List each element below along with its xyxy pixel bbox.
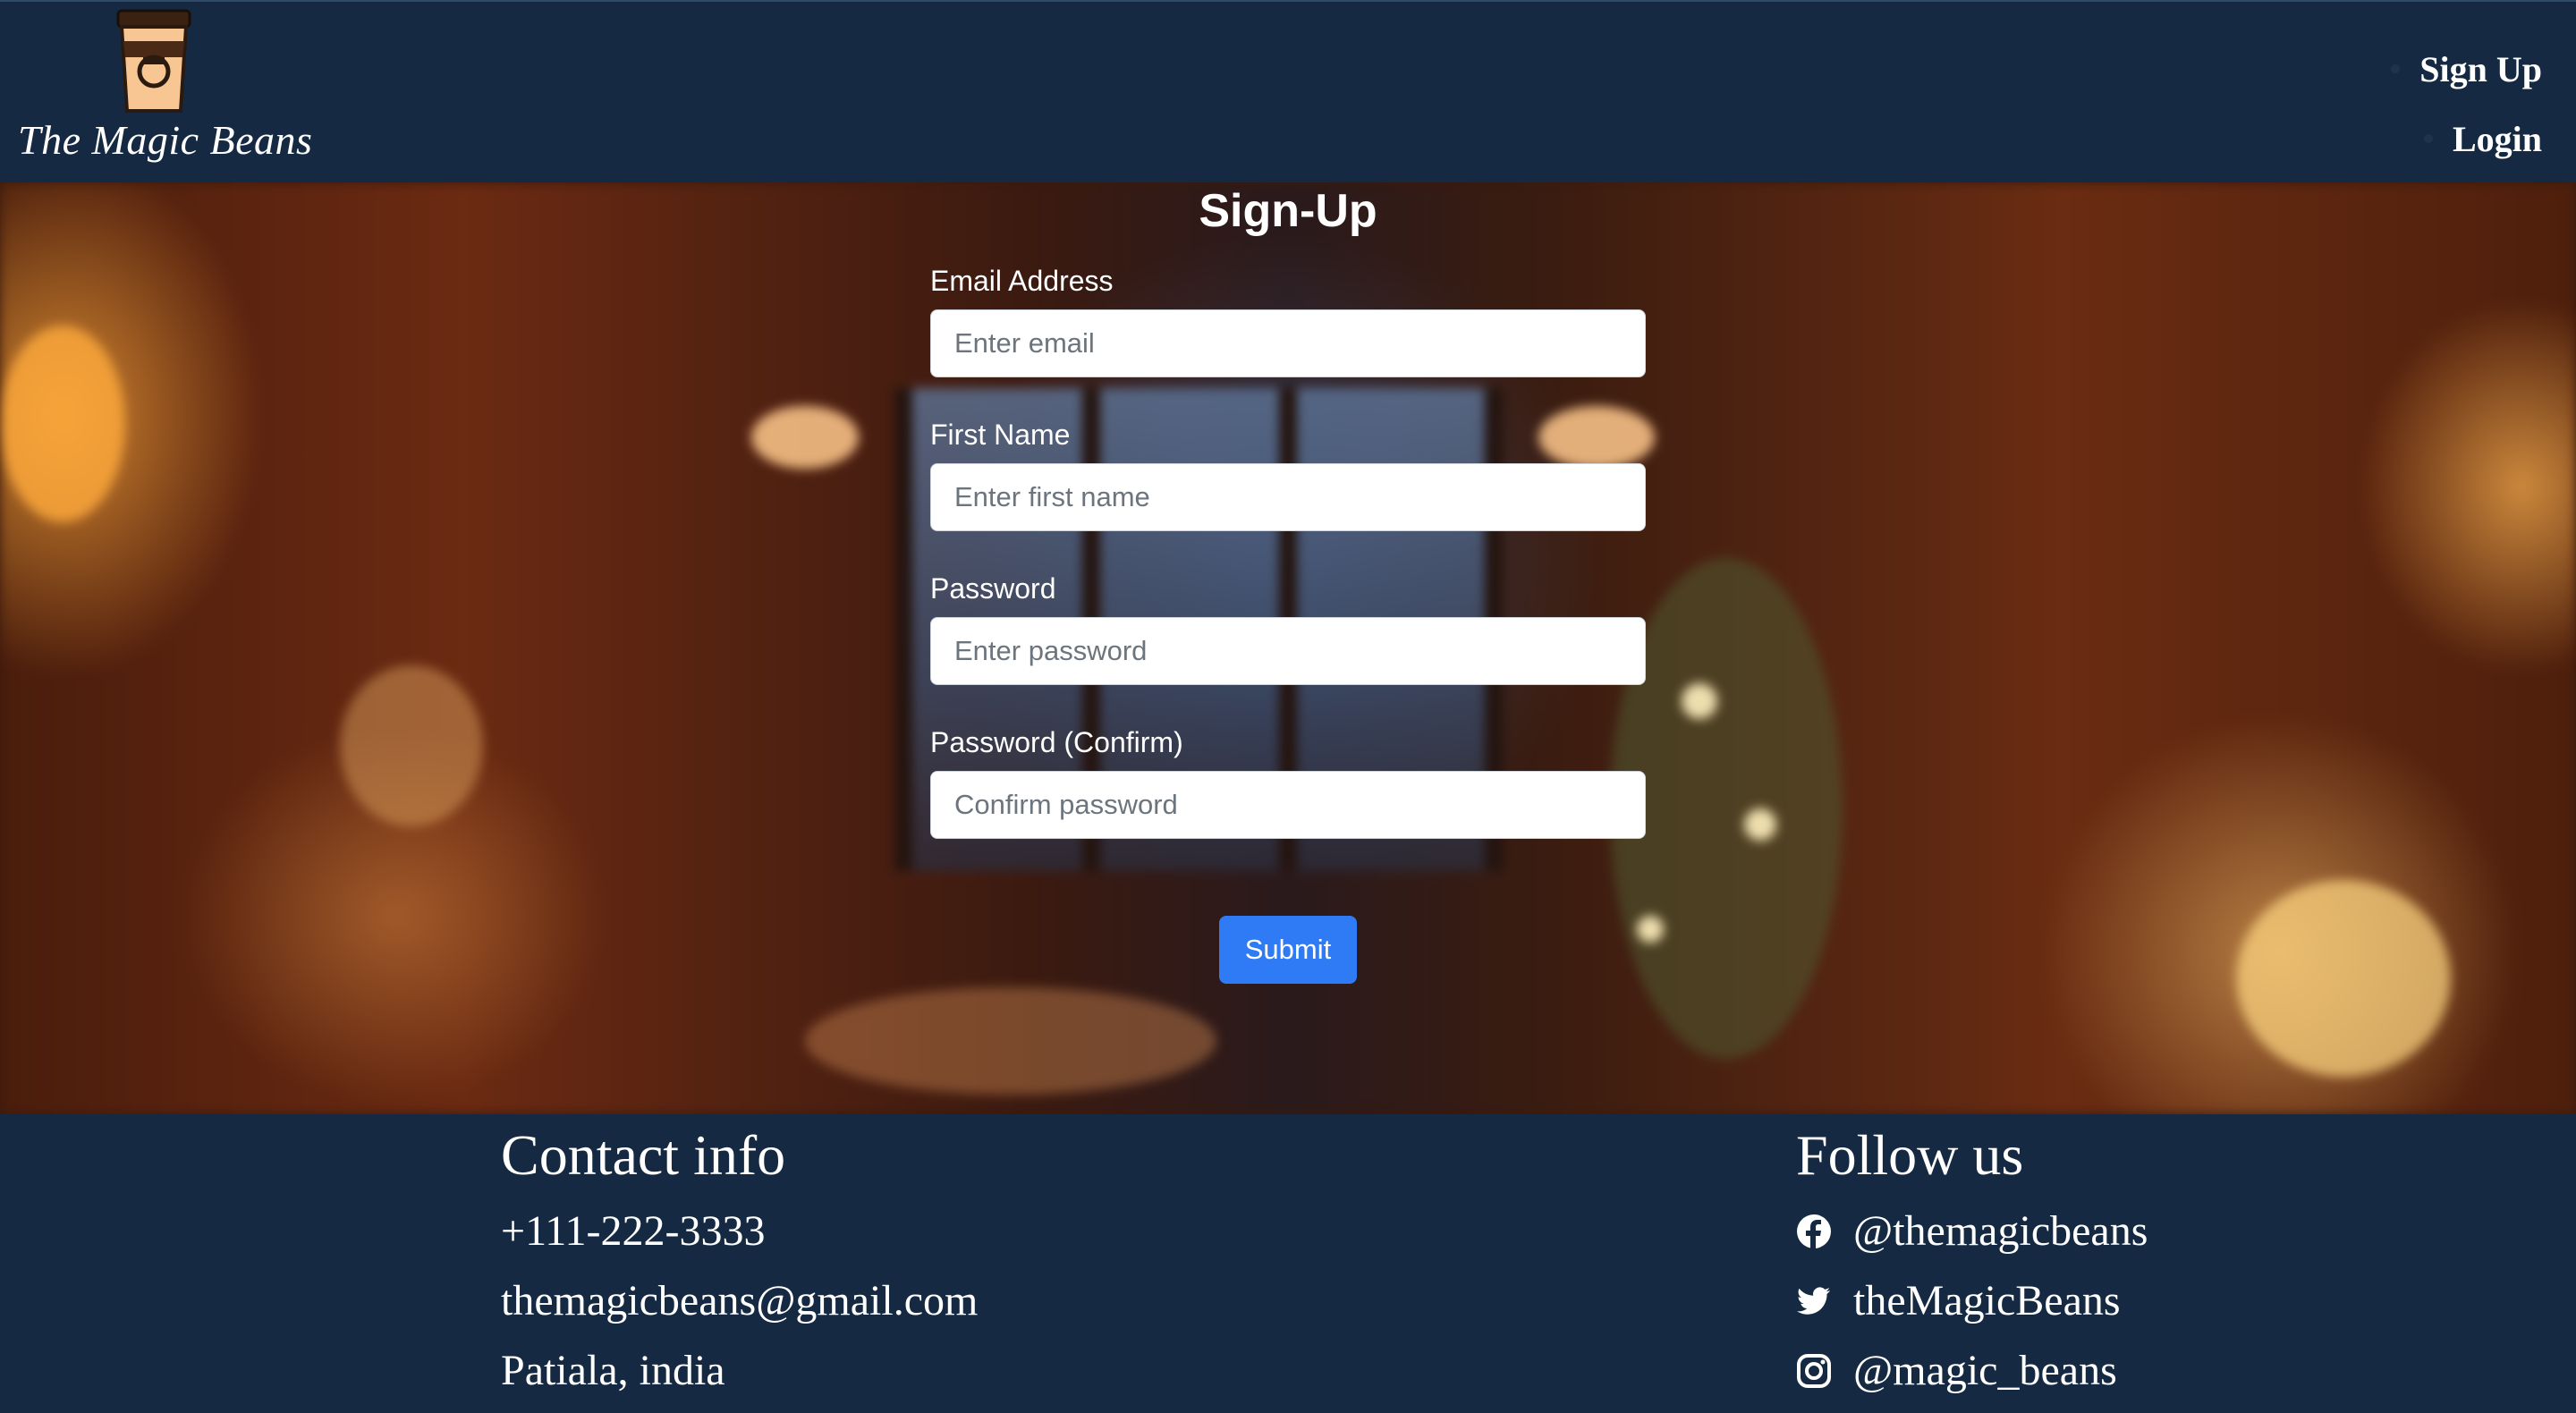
signup-form: Email Address First Name Password Passwo… xyxy=(930,263,1646,878)
facebook-handle: @themagicbeans xyxy=(1853,1207,2148,1255)
follow-heading: Follow us xyxy=(1796,1123,2024,1187)
contact-heading: Contact info xyxy=(501,1123,786,1187)
email-group: Email Address xyxy=(930,263,1646,417)
facebook-icon xyxy=(1797,1214,1831,1248)
form-title: Sign-Up xyxy=(1199,185,1377,237)
nav-item-login: Login xyxy=(2391,104,2542,173)
facebook-link[interactable]: @themagicbeans xyxy=(1796,1197,2148,1266)
bullet-icon xyxy=(2423,134,2433,143)
confirm-password-input[interactable] xyxy=(930,771,1646,839)
site-footer: Contact info +111-222-3333 themagicbeans… xyxy=(0,1114,2576,1413)
twitter-link[interactable]: theMagicBeans xyxy=(1796,1266,2148,1336)
instagram-link[interactable]: @magic_beans xyxy=(1796,1336,2148,1406)
twitter-icon xyxy=(1797,1287,1830,1315)
instagram-handle: @magic_beans xyxy=(1853,1347,2117,1394)
coffee-cup-icon[interactable] xyxy=(113,5,195,116)
contact-email: themagicbeans@gmail.com xyxy=(501,1277,979,1324)
contact-info-section: Contact info +111-222-3333 themagicbeans… xyxy=(501,1120,978,1406)
email-label: Email Address xyxy=(930,265,1114,297)
nav-item-sign-up: Sign Up xyxy=(2391,34,2542,104)
follow-us-section: Follow us @themagicbeans theMagicBeans @… xyxy=(1796,1120,2148,1406)
login-link[interactable]: Login xyxy=(2453,118,2542,160)
hero-section: Sign-Up Email Address First Name Passwor… xyxy=(0,182,2576,1114)
password-label: Password xyxy=(930,572,1056,605)
email-input[interactable] xyxy=(930,309,1646,377)
confirm-password-label: Password (Confirm) xyxy=(930,726,1183,758)
password-input[interactable] xyxy=(930,617,1646,685)
first-name-label: First Name xyxy=(930,419,1071,451)
first-name-input[interactable] xyxy=(930,463,1646,531)
password-group: Password xyxy=(930,571,1646,724)
confirm-password-group: Password (Confirm) xyxy=(930,724,1646,878)
instagram-icon xyxy=(1797,1354,1831,1388)
bullet-icon xyxy=(2391,64,2401,73)
submit-button[interactable]: Submit xyxy=(1219,916,1357,984)
nav-menu: Sign Up Login xyxy=(2391,34,2542,173)
contact-phone: +111-222-3333 xyxy=(501,1207,766,1255)
twitter-handle: theMagicBeans xyxy=(1853,1277,2121,1324)
first-name-group: First Name xyxy=(930,417,1646,571)
contact-location: Patiala, india xyxy=(501,1347,725,1394)
brand-name[interactable]: The Magic Beans xyxy=(18,116,312,164)
sign-up-link[interactable]: Sign Up xyxy=(2419,48,2542,90)
site-header: The Magic Beans Sign Up Login xyxy=(0,0,2576,182)
